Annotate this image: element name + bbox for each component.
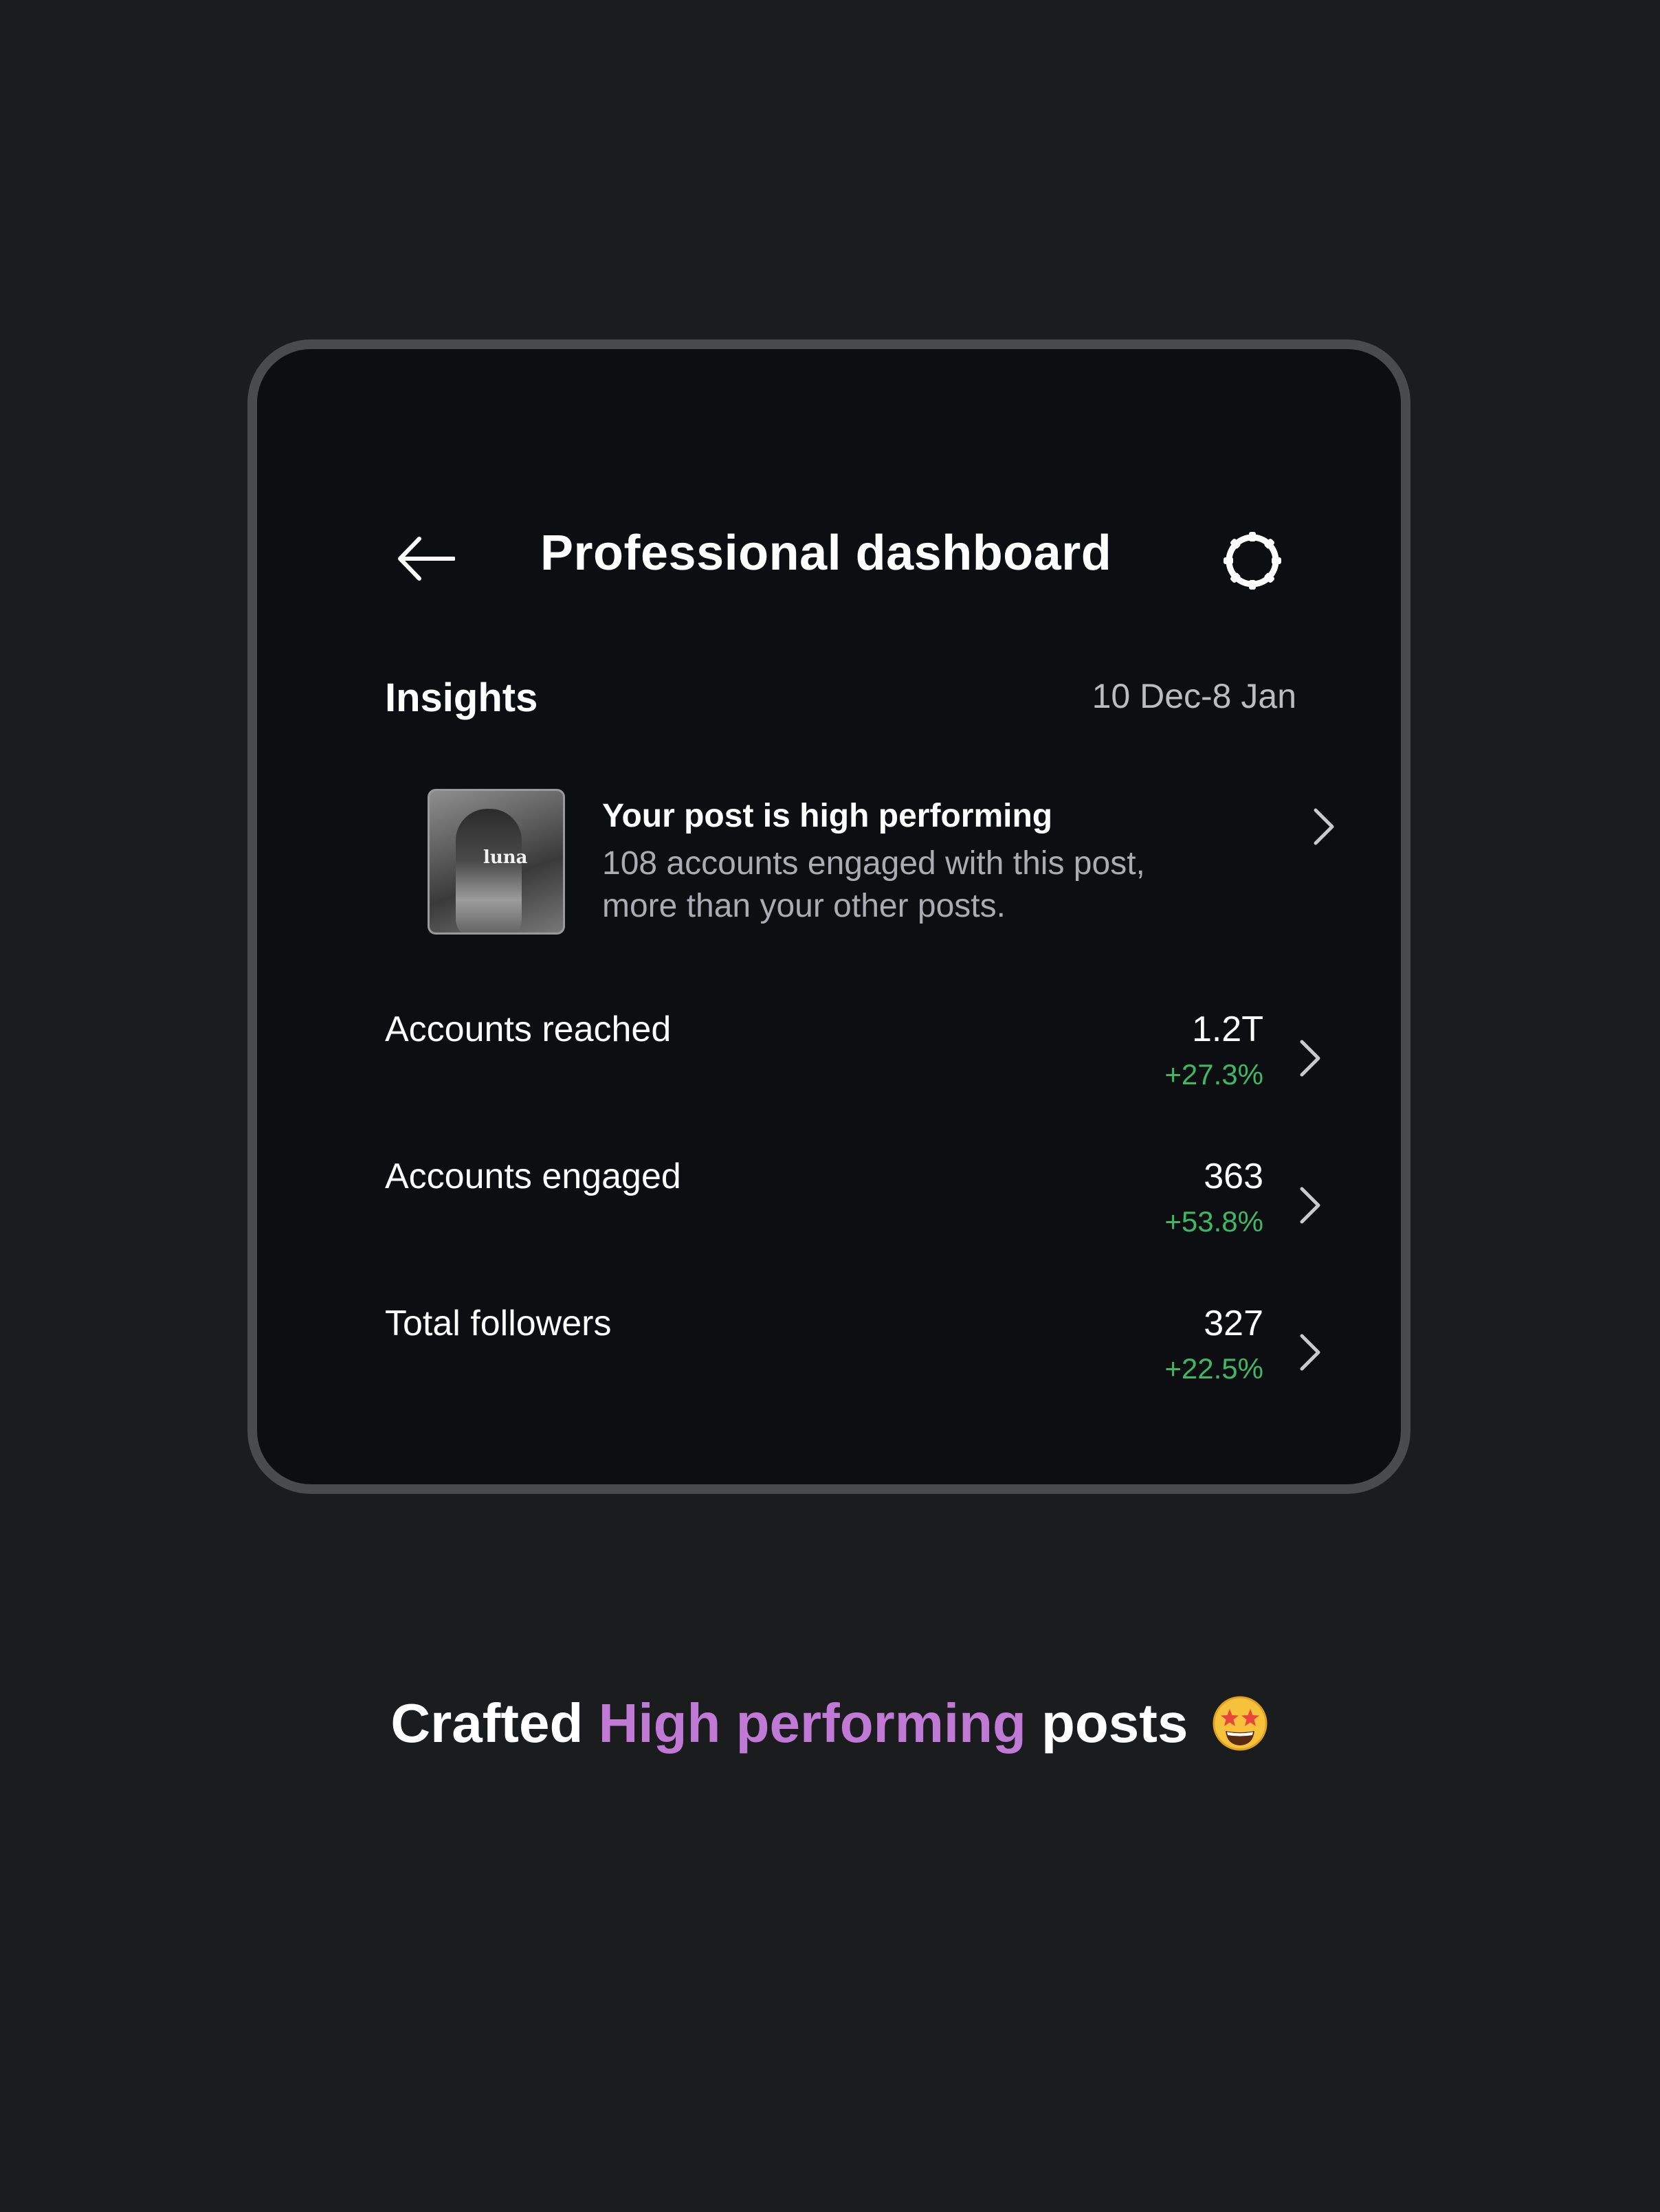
metric-row-total-followers[interactable]: Total followers 327 +22.5% (385, 1303, 1333, 1406)
dashboard-card: Professional dashboard Insights 10 Dec-8… (247, 339, 1410, 1494)
arrow-left-icon[interactable] (396, 535, 455, 583)
page: Professional dashboard Insights 10 Dec-8… (0, 0, 1660, 2212)
metric-change: +27.3% (1164, 1058, 1263, 1091)
metric-row-accounts-engaged[interactable]: Accounts engaged 363 +53.8% (385, 1156, 1333, 1259)
chevron-right-icon[interactable] (1310, 806, 1338, 847)
metric-value: 363 (1204, 1157, 1263, 1196)
metric-change: +22.5% (1164, 1352, 1263, 1385)
post-description: 108 accounts engaged with this post, mor… (602, 845, 1145, 924)
metric-label: Total followers (385, 1304, 612, 1343)
gear-icon[interactable] (1222, 530, 1283, 591)
caption-suffix: posts (1041, 1692, 1188, 1754)
metric-label: Accounts reached (385, 1009, 672, 1049)
chevron-right-icon[interactable] (1296, 1332, 1324, 1373)
caption-highlight: High performing (598, 1692, 1026, 1754)
thumbnail-logo: luna (483, 847, 528, 868)
metric-label: Accounts engaged (385, 1157, 681, 1196)
post-title: Your post is high performing (602, 798, 1053, 834)
chevron-right-icon[interactable] (1296, 1185, 1324, 1226)
metric-change: +53.8% (1164, 1205, 1263, 1238)
high-performing-post[interactable]: luna Your post is high performing 108 ac… (428, 789, 1252, 940)
date-range[interactable]: 10 Dec-8 Jan (1092, 676, 1296, 716)
metric-value: 327 (1204, 1304, 1263, 1343)
page-title: Professional dashboard (540, 526, 1112, 581)
metric-value: 1.2T (1191, 1009, 1263, 1049)
insights-heading: Insights (385, 675, 538, 720)
chevron-right-icon[interactable] (1296, 1038, 1324, 1079)
thumbnail-figure (456, 809, 522, 932)
post-thumbnail: luna (428, 789, 565, 935)
caption: Crafted High performing posts (0, 1692, 1660, 1755)
metric-row-accounts-reached[interactable]: Accounts reached 1.2T +27.3% (385, 1009, 1333, 1112)
star-struck-emoji-icon (1213, 1696, 1268, 1751)
caption-prefix: Crafted (390, 1692, 584, 1754)
